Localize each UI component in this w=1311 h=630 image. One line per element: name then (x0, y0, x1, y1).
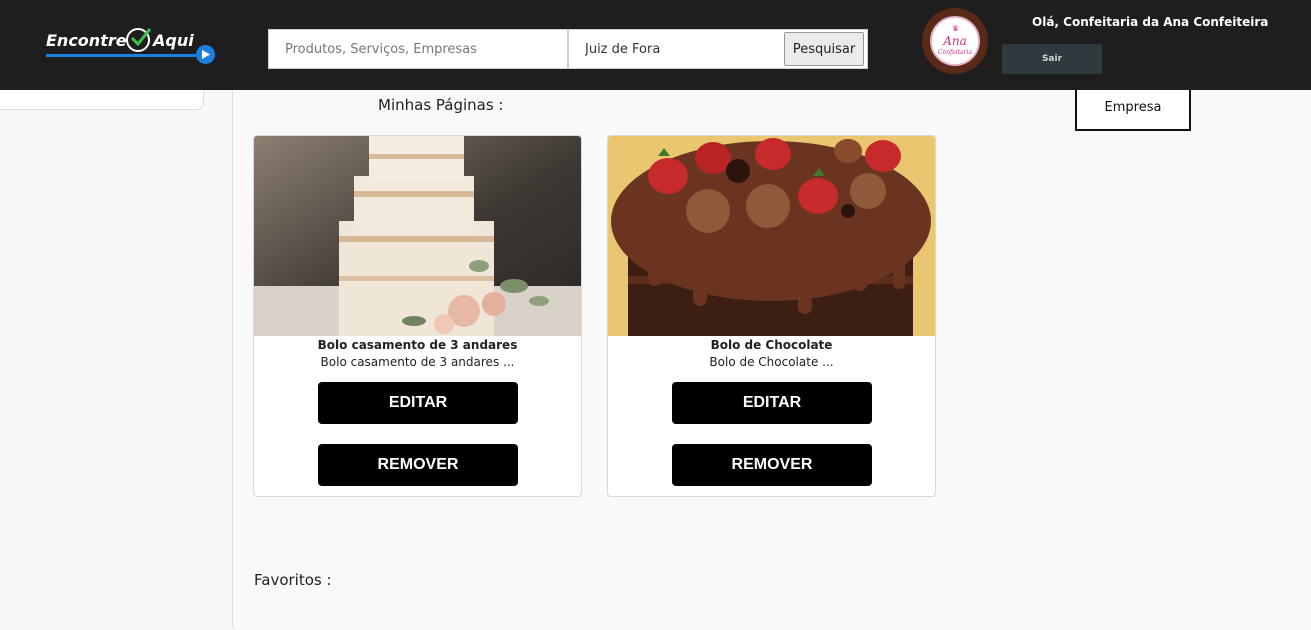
logo-underline (46, 54, 196, 57)
edit-button[interactable]: EDITAR (672, 382, 872, 424)
site-logo[interactable]: Encontre Aqui (44, 26, 219, 66)
logo-word-1: Encontre (46, 31, 127, 50)
empresa-button[interactable]: Empresa (1075, 84, 1191, 131)
crown-icon: ♛ (952, 24, 960, 33)
top-navbar: Encontre Aqui Pesquisar ♛ Ana Confeitari… (0, 0, 1311, 90)
edit-button[interactable]: EDITAR (318, 382, 518, 424)
avatar-brand-sub: Confeitaria (937, 49, 973, 56)
card-title: Bolo casamento de 3 andares (317, 338, 518, 352)
card-description: Bolo casamento de 3 andares ... (320, 355, 515, 369)
avatar-brand: Ana (943, 34, 967, 48)
avatar[interactable]: ♛ Ana Confeitaria (922, 8, 988, 74)
favorites-title: Favoritos : (254, 571, 332, 589)
card-description: Bolo de Chocolate ... (709, 355, 834, 369)
chocolate-strawberry-cake-image (608, 136, 935, 336)
avatar-logo: ♛ Ana Confeitaria (930, 16, 980, 66)
checkmark-icon (126, 28, 151, 52)
remove-button[interactable]: REMOVER (318, 444, 518, 486)
arrow-right-icon (196, 45, 215, 64)
my-pages-title: Minhas Páginas : (378, 96, 504, 114)
search-input[interactable] (268, 29, 568, 69)
remove-button[interactable]: REMOVER (672, 444, 872, 486)
naked-wedding-cake-image (254, 136, 581, 336)
user-greeting: Olá, Confeitaria da Ana Confeiteira (1032, 15, 1269, 29)
page-card[interactable]: Bolo de Chocolate Bolo de Chocolate ... … (607, 135, 936, 497)
logout-button[interactable]: Sair (1002, 44, 1102, 74)
card-title: Bolo de Chocolate (710, 338, 833, 352)
logo-word-2: Aqui (153, 31, 194, 50)
page-card[interactable]: Bolo casamento de 3 andares Bolo casamen… (253, 135, 582, 497)
search-button[interactable]: Pesquisar (784, 32, 864, 66)
